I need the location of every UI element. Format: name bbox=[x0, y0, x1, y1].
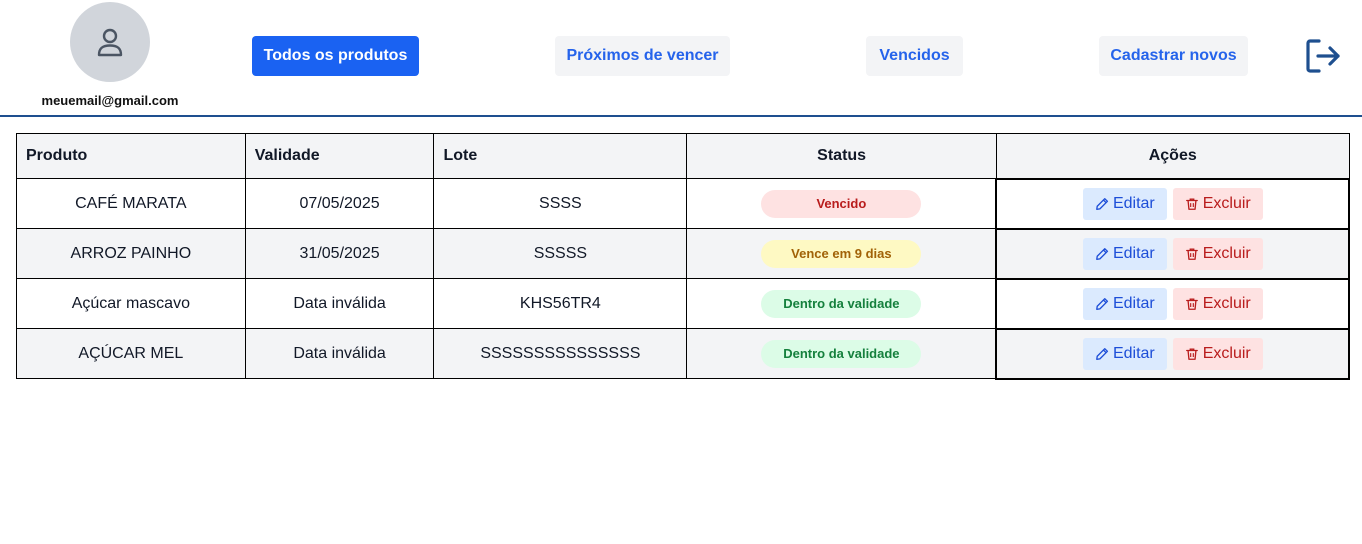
user-icon bbox=[97, 28, 123, 57]
status-cell: Dentro da validade bbox=[686, 328, 997, 379]
status-badge: Vencido bbox=[761, 189, 922, 218]
validity-cell: Data inválida bbox=[244, 278, 435, 329]
expired-button[interactable]: Vencidos bbox=[866, 36, 963, 76]
avatar[interactable] bbox=[70, 2, 150, 82]
batch-cell: SSSSSSSSSSSSSSS bbox=[433, 328, 688, 379]
products-table: Produto Validade Lote Status Ações CAFÉ … bbox=[16, 133, 1350, 380]
delete-button[interactable]: Excluir bbox=[1172, 287, 1263, 320]
edit-button[interactable]: Editar bbox=[1082, 287, 1167, 320]
status-badge: Dentro da validade bbox=[761, 339, 922, 368]
delete-label: Excluir bbox=[1202, 344, 1251, 362]
header-product: Produto bbox=[16, 133, 246, 179]
status-cell: Vencido bbox=[686, 178, 997, 229]
actions-cell: Editar Excluir bbox=[995, 227, 1350, 280]
user-email: meuemail@gmail.com bbox=[41, 93, 179, 108]
header-status: Status bbox=[686, 133, 997, 179]
pencil-icon bbox=[1095, 347, 1108, 360]
delete-button[interactable]: Excluir bbox=[1172, 187, 1263, 220]
trash-icon bbox=[1185, 298, 1198, 310]
trash-icon bbox=[1185, 248, 1198, 260]
header-validity: Validade bbox=[244, 133, 435, 179]
product-cell: ARROZ PAINHO bbox=[16, 228, 246, 279]
table-header-row: Produto Validade Lote Status Ações bbox=[16, 133, 1350, 179]
product-cell: AÇÚCAR MEL bbox=[16, 328, 246, 379]
user-profile: meuemail@gmail.com bbox=[30, 2, 190, 108]
all-products-button[interactable]: Todos os produtos bbox=[252, 36, 419, 76]
actions-cell: Editar Excluir bbox=[995, 277, 1350, 330]
batch-cell: KHS56TR4 bbox=[433, 278, 688, 329]
trash-icon bbox=[1185, 198, 1198, 210]
trash-icon bbox=[1185, 348, 1198, 360]
pencil-icon bbox=[1095, 297, 1108, 310]
actions-cell: Editar Excluir bbox=[995, 327, 1350, 380]
status-badge: Vence em 9 dias bbox=[761, 239, 922, 268]
batch-cell: SSSS bbox=[433, 178, 688, 229]
status-cell: Dentro da validade bbox=[686, 278, 997, 329]
product-cell: CAFÉ MARATA bbox=[16, 178, 246, 229]
table-row: CAFÉ MARATA 07/05/2025 SSSS Vencido Edit… bbox=[16, 177, 1350, 230]
delete-label: Excluir bbox=[1202, 194, 1251, 212]
edit-button[interactable]: Editar bbox=[1082, 187, 1167, 220]
edit-label: Editar bbox=[1112, 294, 1155, 312]
pencil-icon bbox=[1095, 247, 1108, 260]
logout-icon bbox=[1306, 39, 1340, 73]
expiring-soon-button[interactable]: Próximos de vencer bbox=[555, 36, 730, 76]
delete-button[interactable]: Excluir bbox=[1172, 237, 1263, 270]
validity-cell: 31/05/2025 bbox=[244, 228, 435, 279]
actions-cell: Editar Excluir bbox=[995, 177, 1350, 230]
register-new-button[interactable]: Cadastrar novos bbox=[1099, 36, 1248, 76]
logout-button[interactable] bbox=[1303, 36, 1343, 76]
top-header: meuemail@gmail.com Todos os produtos Pró… bbox=[0, 0, 1362, 117]
validity-cell: 07/05/2025 bbox=[244, 178, 435, 229]
table-row: ARROZ PAINHO 31/05/2025 SSSSS Vence em 9… bbox=[16, 227, 1350, 280]
edit-button[interactable]: Editar bbox=[1082, 237, 1167, 270]
product-cell: Açúcar mascavo bbox=[16, 278, 246, 329]
status-cell: Vence em 9 dias bbox=[686, 228, 997, 279]
delete-label: Excluir bbox=[1202, 244, 1251, 262]
delete-button[interactable]: Excluir bbox=[1172, 337, 1263, 370]
delete-label: Excluir bbox=[1202, 294, 1251, 312]
header-batch: Lote bbox=[433, 133, 688, 179]
edit-label: Editar bbox=[1112, 244, 1155, 262]
edit-label: Editar bbox=[1112, 194, 1155, 212]
pencil-icon bbox=[1095, 197, 1108, 210]
table-row: AÇÚCAR MEL Data inválida SSSSSSSSSSSSSSS… bbox=[16, 327, 1350, 380]
validity-cell: Data inválida bbox=[244, 328, 435, 379]
table-row: Açúcar mascavo Data inválida KHS56TR4 De… bbox=[16, 277, 1350, 330]
edit-label: Editar bbox=[1112, 344, 1155, 362]
status-badge: Dentro da validade bbox=[761, 289, 922, 318]
batch-cell: SSSSS bbox=[433, 228, 688, 279]
edit-button[interactable]: Editar bbox=[1082, 337, 1167, 370]
header-actions: Ações bbox=[995, 133, 1350, 179]
